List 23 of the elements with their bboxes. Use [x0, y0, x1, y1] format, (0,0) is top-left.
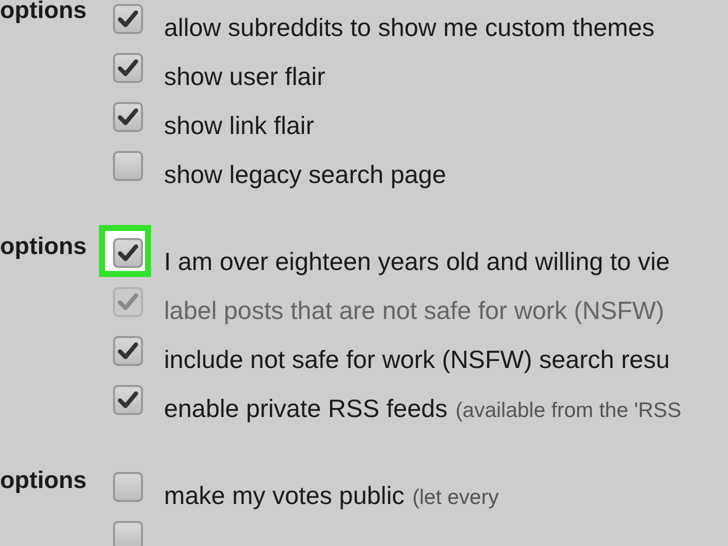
- checkbox[interactable]: [113, 472, 143, 502]
- checkbox[interactable]: [113, 385, 143, 415]
- option-label: allow subreddits to show me custom themes: [164, 13, 654, 42]
- option-label: show legacy search page: [164, 160, 446, 189]
- option-note: (available from the 'RSS: [456, 398, 682, 423]
- option-label: I am over eighteen years old and willing to vie: [164, 247, 670, 276]
- option-label: show link flair: [164, 111, 314, 140]
- checkbox[interactable]: [113, 238, 143, 268]
- checkbox[interactable]: [113, 336, 143, 366]
- option-label: show user flair: [164, 62, 326, 91]
- checkbox[interactable]: [113, 102, 143, 132]
- section-heading: options: [0, 234, 88, 262]
- section-heading: options: [0, 468, 88, 496]
- checkbox[interactable]: [113, 521, 143, 546]
- checkbox[interactable]: [113, 151, 143, 181]
- option-note: (let every: [412, 485, 499, 510]
- option-label: include not safe for work (NSFW) search resu: [164, 345, 670, 374]
- checkbox[interactable]: [113, 4, 143, 34]
- option-label: make my votes public: [164, 481, 404, 510]
- checkbox[interactable]: [113, 53, 143, 83]
- option-label: label posts that are not safe for work (NSFW): [164, 296, 664, 325]
- option-label: enable private RSS feeds: [164, 394, 448, 423]
- section-heading: options: [0, 0, 88, 26]
